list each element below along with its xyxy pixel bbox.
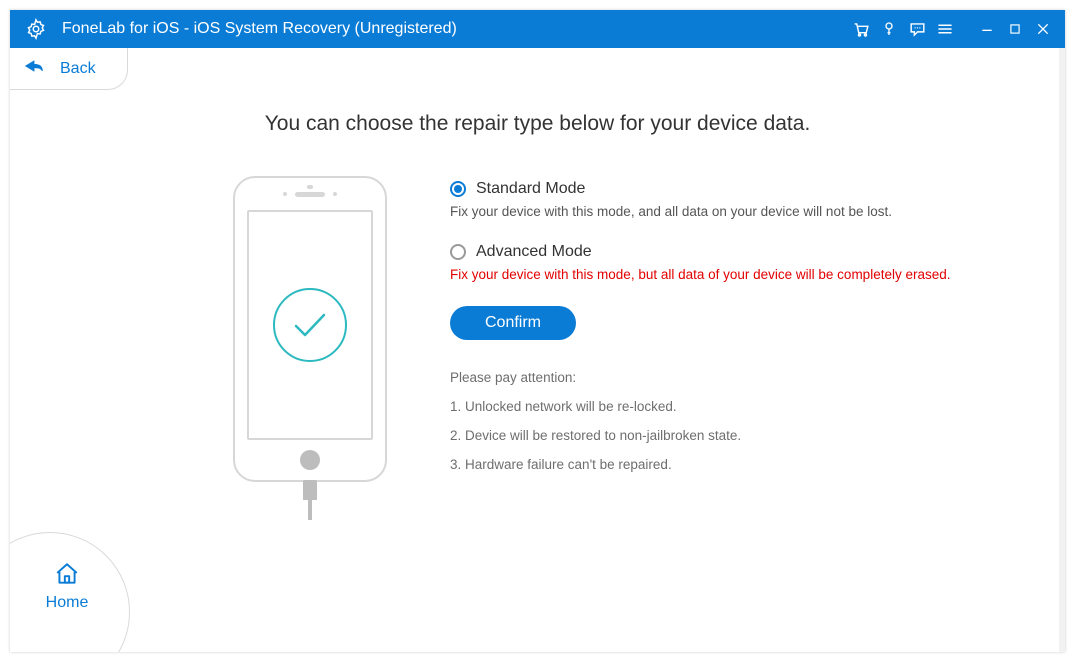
- back-label: Back: [60, 60, 96, 78]
- advanced-mode-label: Advanced Mode: [476, 243, 592, 261]
- standard-mode-label: Standard Mode: [476, 180, 585, 198]
- menu-icon[interactable]: [931, 15, 959, 43]
- maximize-icon[interactable]: [1001, 15, 1029, 43]
- radio-icon: [450, 244, 466, 260]
- cable-icon: [303, 480, 317, 520]
- advanced-mode-desc: Fix your device with this mode, but all …: [450, 267, 1025, 282]
- titlebar: FoneLab for iOS - iOS System Recovery (U…: [10, 10, 1065, 48]
- scrollbar[interactable]: [1059, 48, 1065, 652]
- feedback-icon[interactable]: [903, 15, 931, 43]
- standard-mode-desc: Fix your device with this mode, and all …: [450, 204, 1025, 219]
- phone-home-icon: [300, 450, 320, 470]
- attention-heading: Please pay attention:: [450, 370, 1025, 385]
- main-content: You can choose the repair type below for…: [10, 90, 1065, 520]
- radio-standard-mode[interactable]: Standard Mode: [450, 180, 1025, 198]
- app-gear-icon: [24, 17, 48, 41]
- check-circle-icon: [273, 288, 347, 362]
- confirm-label: Confirm: [485, 314, 541, 332]
- window-title: FoneLab for iOS - iOS System Recovery (U…: [62, 20, 457, 38]
- cart-icon[interactable]: [847, 15, 875, 43]
- minimize-icon[interactable]: [973, 15, 1001, 43]
- radio-advanced-mode[interactable]: Advanced Mode: [450, 243, 1025, 261]
- page-heading: You can choose the repair type below for…: [50, 112, 1025, 136]
- back-button[interactable]: Back: [10, 48, 128, 90]
- home-icon: [54, 561, 80, 592]
- key-icon[interactable]: [875, 15, 903, 43]
- device-illustration: [210, 176, 410, 520]
- home-label: Home: [46, 594, 89, 612]
- attention-item: 1. Unlocked network will be re-locked.: [450, 399, 1025, 414]
- close-icon[interactable]: [1029, 15, 1057, 43]
- home-button[interactable]: Home: [10, 532, 130, 652]
- radio-icon: [450, 181, 466, 197]
- attention-item: 3. Hardware failure can't be repaired.: [450, 457, 1025, 472]
- attention-item: 2. Device will be restored to non-jailbr…: [450, 428, 1025, 443]
- back-arrow-icon: [24, 59, 44, 78]
- confirm-button[interactable]: Confirm: [450, 306, 576, 340]
